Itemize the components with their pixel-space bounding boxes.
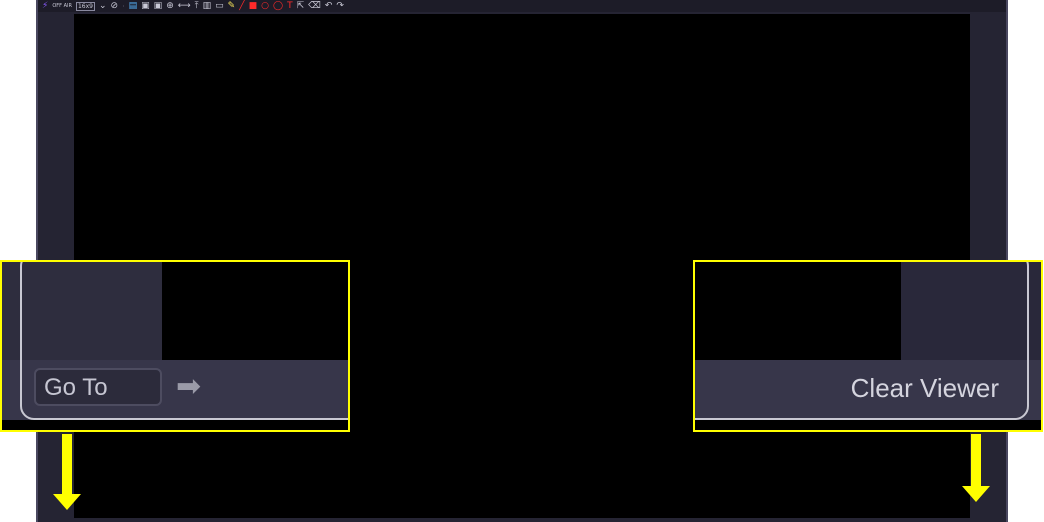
- rectangle-tool-icon[interactable]: ■: [249, 1, 258, 11]
- snapshot-icon[interactable]: ▣: [141, 1, 150, 11]
- circle-tool-icon[interactable]: ◯: [273, 1, 283, 11]
- print-icon[interactable]: ▭: [215, 1, 224, 11]
- goto-input[interactable]: Go To: [34, 368, 162, 406]
- line-tool-icon[interactable]: ╱: [239, 1, 244, 11]
- goto-callout: Go To ➡: [0, 260, 350, 432]
- layout-icon[interactable]: ▥: [203, 1, 212, 11]
- pointer-icon[interactable]: ⇱: [297, 1, 305, 11]
- toolbar: ⚡ OFF AIR 16x9 ⌄ ⊘ · ▤ ▣ ▣ ⊕ ⟷ ⤒ ▥ ▭ ✎ ╱…: [38, 0, 1006, 12]
- snapshot-list-icon[interactable]: ▣: [154, 1, 163, 11]
- goto-arrow-icon[interactable]: ➡: [176, 372, 216, 402]
- off-air-label: OFF AIR: [52, 3, 72, 9]
- fit-width-icon[interactable]: ⟷: [178, 1, 191, 11]
- zoom-in-icon[interactable]: ⊕: [166, 1, 174, 11]
- document-icon[interactable]: ▤: [129, 1, 138, 11]
- ellipse-tool-icon[interactable]: ○: [261, 1, 269, 11]
- on-air-icon[interactable]: ⚡: [42, 1, 48, 11]
- text-tool-icon[interactable]: T: [287, 1, 293, 11]
- redo-icon[interactable]: ↷: [336, 1, 344, 11]
- upload-icon[interactable]: ⤒: [195, 1, 199, 11]
- aspect-ratio-select[interactable]: 16x9: [75, 1, 95, 11]
- clear-viewer-callout: Clear Viewer: [693, 260, 1043, 432]
- clear-viewer-button[interactable]: Clear Viewer: [851, 371, 999, 405]
- down-arrow-left-icon: [53, 434, 81, 510]
- chevron-down-icon[interactable]: ⌄: [99, 1, 107, 11]
- toolbar-separator: ·: [122, 1, 125, 11]
- disable-icon[interactable]: ⊘: [111, 1, 119, 11]
- undo-icon[interactable]: ↶: [325, 1, 333, 11]
- eraser-icon[interactable]: ⌫: [308, 1, 321, 11]
- highlighter-icon[interactable]: ✎: [228, 1, 236, 11]
- down-arrow-right-icon: [962, 434, 990, 502]
